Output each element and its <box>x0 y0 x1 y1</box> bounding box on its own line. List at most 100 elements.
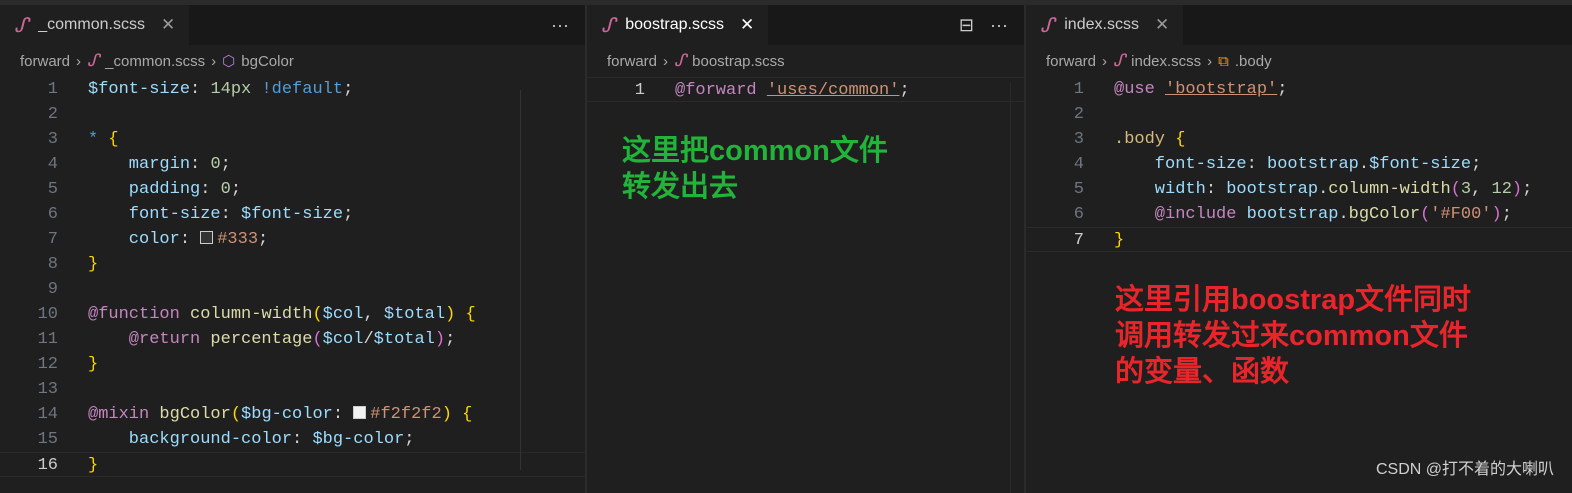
code-token: '#F00' <box>1430 205 1492 224</box>
color-swatch[interactable] <box>200 231 214 244</box>
code-token: 0 <box>220 180 231 199</box>
scrollbar[interactable] <box>1010 82 1024 493</box>
code-token: ; <box>404 430 415 449</box>
code-editor[interactable]: 1 @use 'bootstrap'; 2 3 .body {4 font-size: … <box>1026 77 1572 252</box>
breadcrumb: forward › ᔑ index.scss › ⧉ .body <box>1026 45 1572 77</box>
code-line[interactable]: 1 @forward 'uses/common'; <box>587 77 1024 102</box>
breadcrumb-file[interactable]: boostrap.scss <box>692 53 785 70</box>
split-editor-icon[interactable]: ⊟ <box>959 15 974 36</box>
breadcrumb-file[interactable]: _common.scss <box>105 53 205 70</box>
code-text: margin: 0; <box>88 152 231 177</box>
code-line[interactable]: 2 <box>0 102 585 127</box>
code-token: $font-size <box>88 80 191 99</box>
code-line[interactable]: 6 @include bootstrap.bgColor('#F00'); <box>1026 202 1572 227</box>
code-token: ) <box>1491 205 1502 224</box>
line-number: 5 <box>1073 180 1084 199</box>
code-line[interactable]: 6 font-size: $font-size; <box>0 202 585 227</box>
breadcrumb-symbol[interactable]: bgColor <box>241 53 294 70</box>
line-number: 1 <box>1073 80 1084 99</box>
code-editor[interactable]: 1 @forward 'uses/common'; <box>587 77 1024 102</box>
code-line[interactable]: 16} <box>0 452 585 477</box>
code-token: : <box>190 80 211 99</box>
code-token: ; <box>1501 205 1512 224</box>
code-line[interactable]: 9 <box>0 277 585 302</box>
code-text: padding: 0; <box>88 177 241 202</box>
code-line[interactable]: 3 * { <box>0 127 585 152</box>
code-line[interactable]: 2 <box>1026 102 1572 127</box>
close-icon[interactable]: ✕ <box>161 15 175 35</box>
code-line[interactable]: 7 color: #333; <box>0 227 585 252</box>
code-line[interactable]: 11 @return percentage($col/$total); <box>0 327 585 352</box>
code-text: @function column-width($col, $total) { <box>88 302 476 327</box>
code-token: bootstrap <box>1267 155 1359 174</box>
code-token: column-width <box>1328 180 1451 199</box>
code-token: : <box>190 155 211 174</box>
breadcrumb-folder[interactable]: forward <box>607 53 657 70</box>
breadcrumb-folder[interactable]: forward <box>1046 53 1096 70</box>
close-icon[interactable]: ✕ <box>740 15 754 35</box>
sass-file-icon: ᔑ <box>14 13 29 37</box>
code-token: ; <box>230 180 242 199</box>
breadcrumb: forward › ᔑ _common.scss › ⬡ bgColor <box>0 45 585 77</box>
code-editor[interactable]: 1 $font-size: 14px !default; 2 3 * {4 margin… <box>0 77 585 477</box>
code-token: @forward <box>675 81 757 100</box>
line-number: 8 <box>47 255 58 274</box>
code-token: ( <box>312 330 323 349</box>
code-token: : <box>220 205 242 224</box>
line-number: 6 <box>47 205 58 224</box>
tab-common-scss[interactable]: ᔑ _common.scss ✕ <box>0 5 190 45</box>
code-text: font-size: $font-size; <box>88 202 353 227</box>
code-token: { <box>108 130 119 149</box>
code-token: . <box>1338 205 1349 224</box>
code-line[interactable]: 5 padding: 0; <box>0 177 585 202</box>
code-token: ) <box>1511 180 1523 199</box>
annotation-line: 转发出去 <box>622 171 739 203</box>
more-actions-icon[interactable]: ··· <box>551 15 569 36</box>
close-icon[interactable]: ✕ <box>1155 15 1169 35</box>
breadcrumb-file[interactable]: index.scss <box>1131 53 1201 70</box>
line-number: 6 <box>1073 205 1084 224</box>
code-token: } <box>88 355 99 374</box>
line-number: 10 <box>37 305 58 324</box>
line-number: 5 <box>47 180 58 199</box>
code-text: @include bootstrap.bgColor('#F00'); <box>1114 202 1512 227</box>
more-actions-icon[interactable]: ··· <box>990 15 1008 36</box>
sass-file-icon: ᔑ <box>1113 51 1126 71</box>
code-text: } <box>88 453 98 478</box>
code-line[interactable]: 10 @function column-width($col, $total) { <box>0 302 585 327</box>
chevron-right-icon: › <box>1207 52 1213 70</box>
minimap[interactable] <box>520 90 572 470</box>
code-token: : <box>179 230 201 249</box>
tab-index-scss[interactable]: ᔑ index.scss ✕ <box>1026 5 1184 45</box>
code-line[interactable]: 14 @mixin bgColor($bg-color: #f2f2f2) { <box>0 402 585 427</box>
line-number: 7 <box>47 230 58 249</box>
code-line[interactable]: 1 $font-size: 14px !default; <box>0 77 585 102</box>
code-token: { <box>1175 130 1186 149</box>
breadcrumb-symbol[interactable]: .body <box>1235 53 1272 70</box>
code-text: @use 'bootstrap'; <box>1114 77 1287 102</box>
code-token: . <box>1358 155 1370 174</box>
code-line[interactable]: 15 background-color: $bg-color; <box>0 427 585 452</box>
code-token: : <box>1205 180 1227 199</box>
line-number: 11 <box>37 330 58 349</box>
breadcrumb-folder[interactable]: forward <box>20 53 70 70</box>
code-line[interactable]: 13 <box>0 377 585 402</box>
code-line[interactable]: 8} <box>0 252 585 277</box>
code-line[interactable]: 5 width: bootstrap.column-width(3, 12); <box>1026 177 1572 202</box>
code-token: / <box>363 330 374 349</box>
code-line[interactable]: 3 .body { <box>1026 127 1572 152</box>
line-number: 7 <box>1073 231 1084 250</box>
code-line[interactable]: 4 margin: 0; <box>0 152 585 177</box>
code-line[interactable]: 12} <box>0 352 585 377</box>
annotation-line: 的变量、函数 <box>1115 356 1290 388</box>
breadcrumb: forward › ᔑ boostrap.scss <box>587 45 1024 77</box>
color-swatch[interactable] <box>353 406 367 419</box>
code-token: $col <box>322 330 364 349</box>
code-line[interactable]: 4 font-size: bootstrap.$font-size; <box>1026 152 1572 177</box>
tab-boostrap-scss[interactable]: ᔑ boostrap.scss ✕ <box>587 5 769 45</box>
code-line[interactable]: 7} <box>1026 227 1572 252</box>
code-line[interactable]: 1 @use 'bootstrap'; <box>1026 77 1572 102</box>
